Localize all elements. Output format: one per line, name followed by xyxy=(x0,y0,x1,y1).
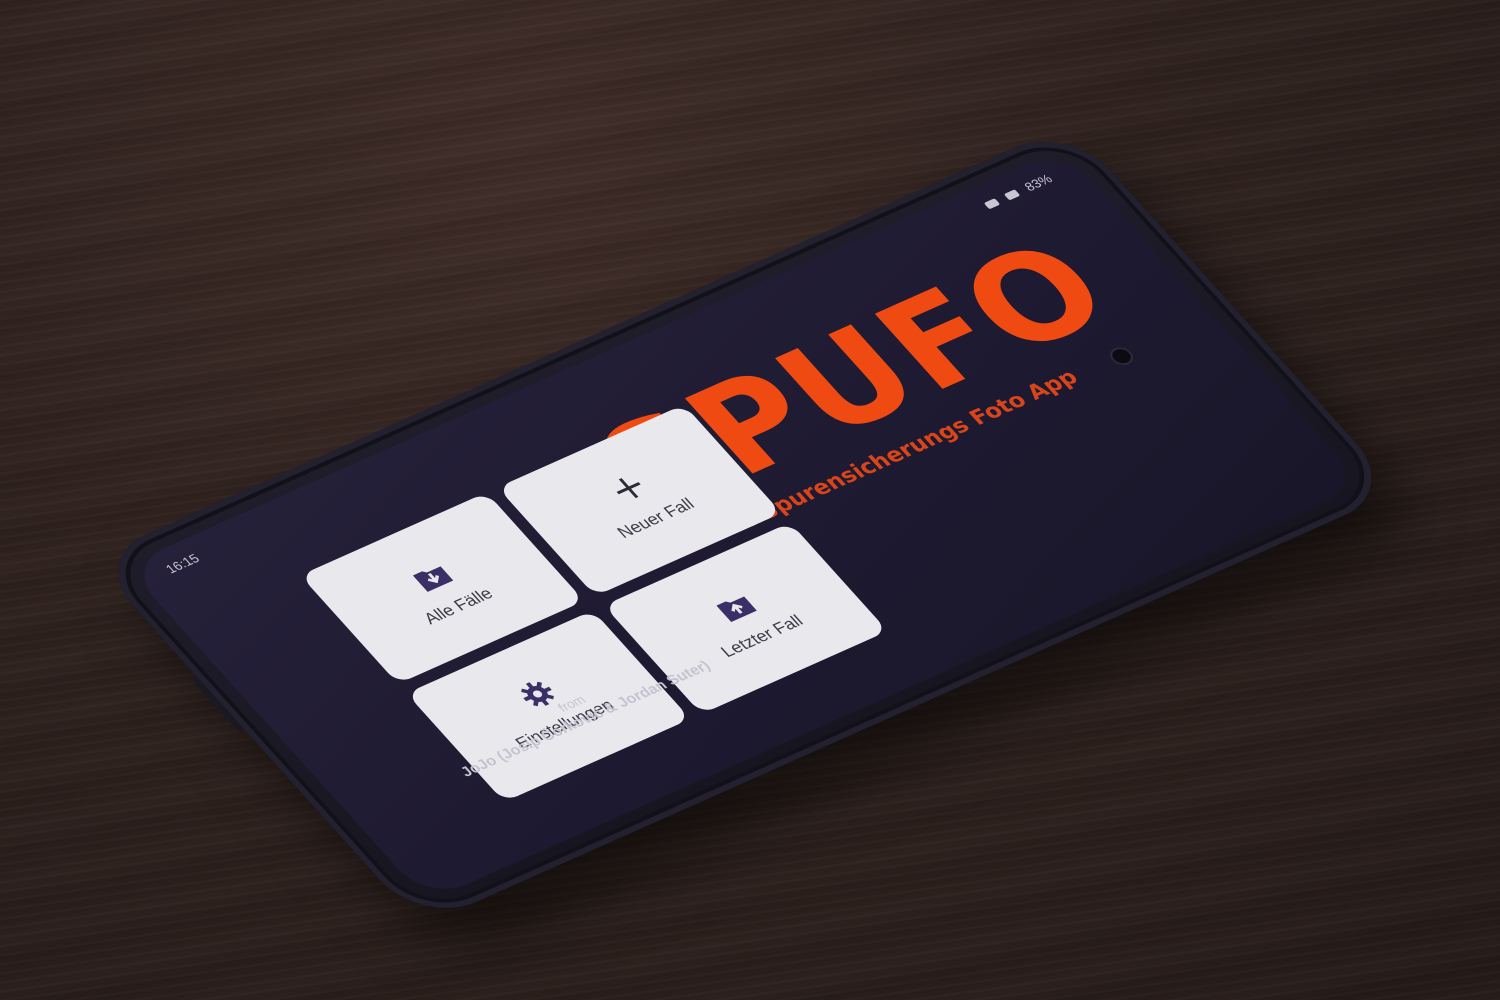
signal-icon xyxy=(983,197,1000,209)
status-bar: 83% xyxy=(981,171,1056,211)
camera-hole xyxy=(1108,347,1135,367)
battery-text: 83% xyxy=(1021,171,1056,194)
plus-icon xyxy=(601,468,656,508)
wifi-icon xyxy=(1003,188,1021,201)
folder-download-icon xyxy=(403,555,458,595)
photo-scene: 16:15 83% SPUFO Die Spurensicherungs Fot… xyxy=(0,0,1500,1000)
status-time: 16:15 xyxy=(162,551,203,577)
app-screen: 16:15 83% SPUFO Die Spurensicherungs Fot… xyxy=(125,148,1365,902)
smartphone: 16:15 83% SPUFO Die Spurensicherungs Fot… xyxy=(90,123,1400,927)
